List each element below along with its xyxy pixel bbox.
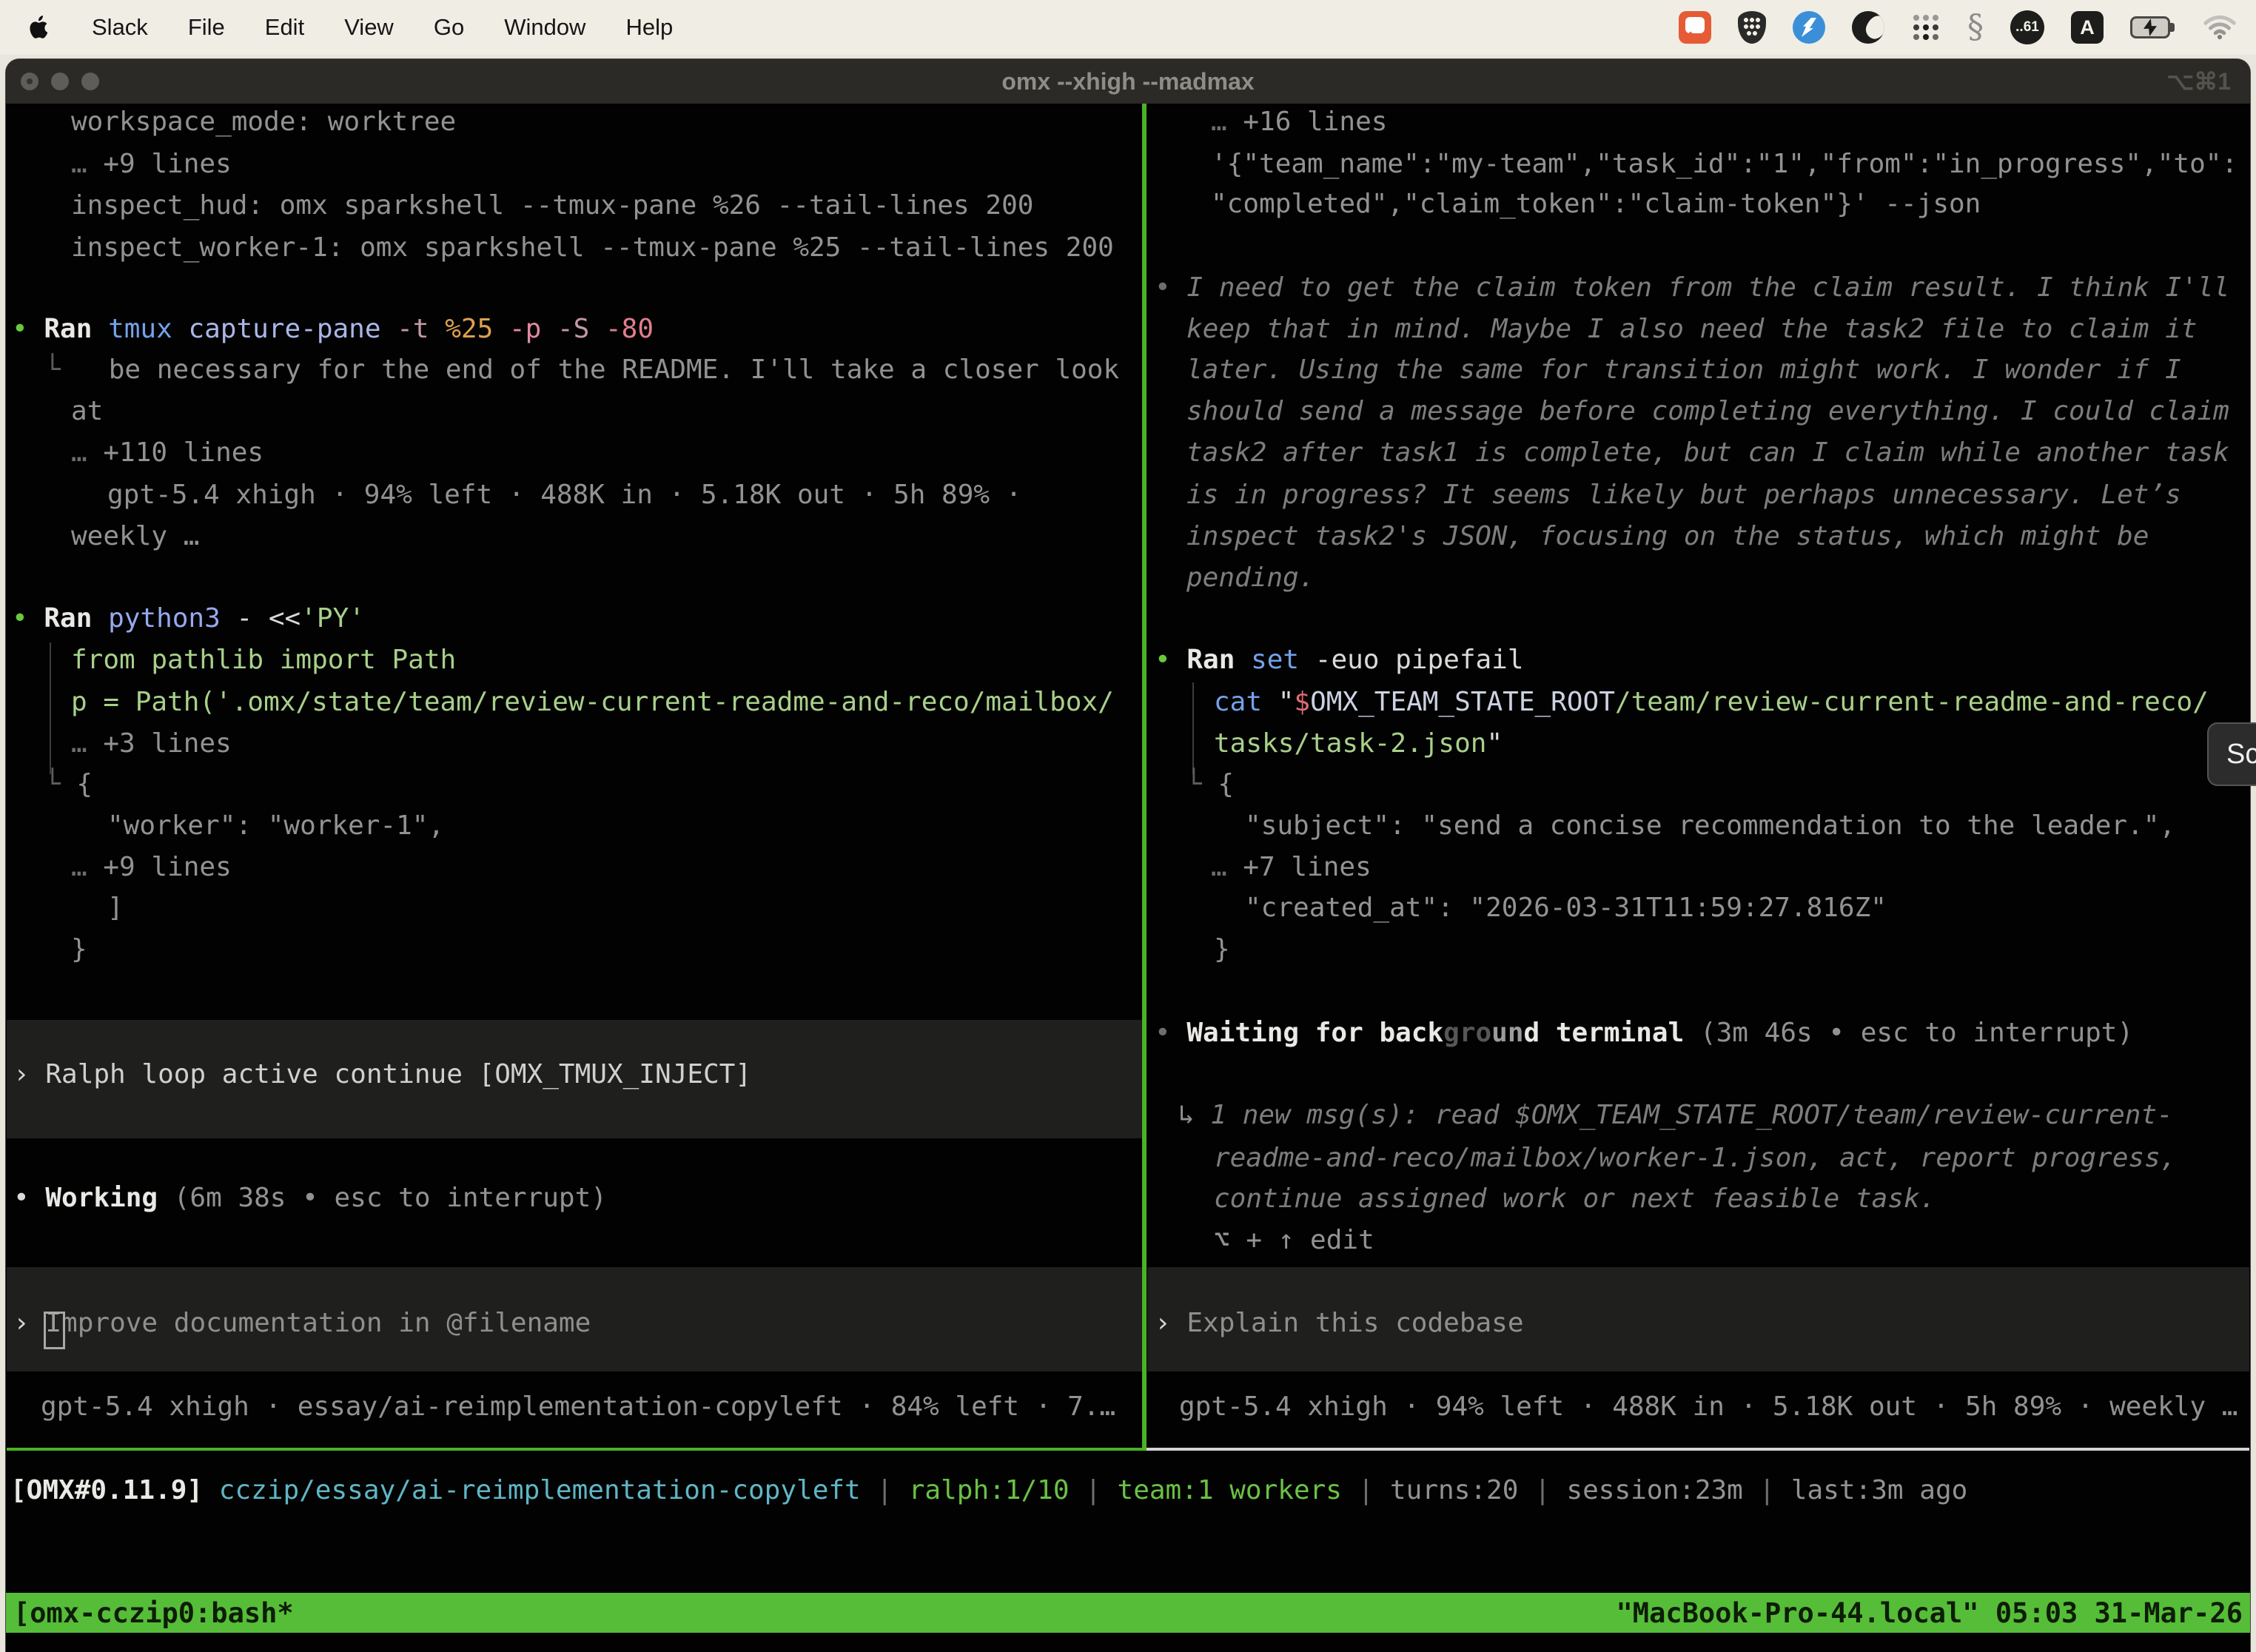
omx-status-bar: [OMX#0.11.9] cczip/essay/ai-reimplementa… <box>0 0 2256 1652</box>
tmux-status-bar[interactable]: [omx-cczip0:bash* "MacBook-Pro-44.local"… <box>6 1593 2250 1633</box>
tmux-host-clock: "MacBook-Pro-44.local" 05:03 31-Mar-26 <box>1617 1597 2243 1629</box>
text-segment: | <box>1342 1475 1390 1505</box>
text-segment: | <box>1070 1475 1118 1505</box>
text-segment: ralph:1/10 <box>909 1475 1070 1505</box>
omx-status-line: [OMX#0.11.9] cczip/essay/ai-reimplementa… <box>10 1470 1967 1511</box>
screen: { "menu_bar": { "items": ["Slack", "File… <box>0 0 2256 1652</box>
screen-tooltip: Scre <box>2207 722 2256 786</box>
text-segment: last:3m ago <box>1791 1475 1967 1505</box>
text-segment: team:1 workers <box>1118 1475 1342 1505</box>
tooltip-text: Scre <box>2226 739 2256 770</box>
text-segment: | <box>1743 1475 1791 1505</box>
tmux-session-label: [omx-cczip0:bash* <box>13 1597 294 1629</box>
text-segment: | <box>1518 1475 1566 1505</box>
text-segment: [OMX#0.11.9] <box>10 1475 219 1505</box>
text-segment: turns:20 <box>1390 1475 1518 1505</box>
terminal-content: workspace_mode: worktree… +9 linesinspec… <box>0 0 2256 1652</box>
text-segment: session:23m <box>1566 1475 1742 1505</box>
text-segment: cczip/essay/ai-reimplementation-copyleft <box>219 1475 861 1505</box>
text-segment: | <box>861 1475 909 1505</box>
